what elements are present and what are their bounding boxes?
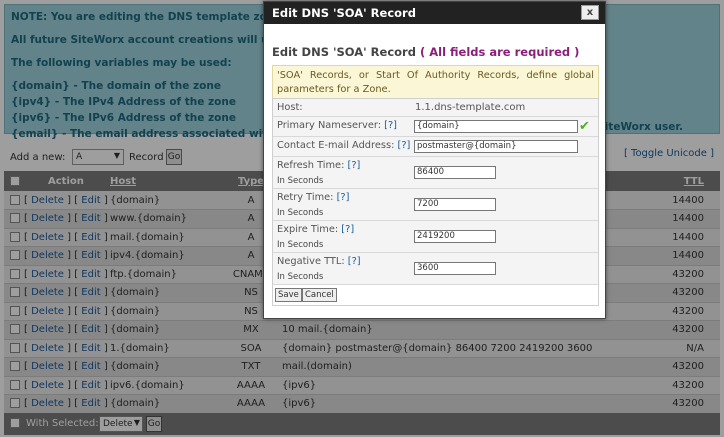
refresh-input[interactable]: 86400 <box>414 166 496 179</box>
primary-ns-label: Primary Nameserver: <box>277 120 382 131</box>
in-seconds-label: In Seconds <box>277 208 324 218</box>
contact-label: Contact E-mail Address: <box>277 140 395 151</box>
refresh-row: Refresh Time: [?] In Seconds 86400 <box>273 157 598 189</box>
host-label: Host: <box>277 102 303 113</box>
cancel-button[interactable]: Cancel <box>302 288 337 302</box>
dialog-heading: Edit DNS 'SOA' Record ( All fields are r… <box>272 45 579 59</box>
in-seconds-label: In Seconds <box>277 176 324 186</box>
soa-description: 'SOA' Records, or Start Of Authority Rec… <box>272 65 599 99</box>
help-link[interactable]: [?] <box>398 140 411 151</box>
in-seconds-label: In Seconds <box>277 240 324 250</box>
help-link[interactable]: [?] <box>348 256 361 267</box>
dialog-title: Edit DNS 'SOA' Record <box>272 6 416 20</box>
expire-label: Expire Time: <box>277 224 339 235</box>
save-button[interactable]: Save <box>275 288 302 302</box>
negative-ttl-label: Negative TTL: <box>277 256 345 267</box>
close-icon[interactable]: x <box>581 5 599 20</box>
refresh-label: Refresh Time: <box>277 160 345 171</box>
soa-form: Host: 1.1.dns-template.com Primary Names… <box>272 98 599 306</box>
valid-check-icon: ✔ <box>579 119 590 134</box>
required-note: ( All fields are required ) <box>419 45 580 59</box>
help-link[interactable]: [?] <box>337 192 350 203</box>
in-seconds-label: In Seconds <box>277 272 324 282</box>
primary-ns-row: Primary Nameserver: [?] {domain} ✔ <box>273 117 598 137</box>
negative-ttl-input[interactable]: 3600 <box>414 262 496 275</box>
host-row: Host: 1.1.dns-template.com <box>273 99 598 117</box>
negative-ttl-row: Negative TTL: [?] In Seconds 3600 <box>273 253 598 285</box>
dialog-titlebar: Edit DNS 'SOA' Record x <box>264 2 605 24</box>
retry-row: Retry Time: [?] In Seconds 7200 <box>273 189 598 221</box>
host-value: 1.1.dns-template.com <box>415 102 526 113</box>
help-link[interactable]: [?] <box>384 120 397 131</box>
expire-input[interactable]: 2419200 <box>414 230 496 243</box>
form-buttons: Save Cancel <box>273 285 598 305</box>
form-heading: Edit DNS 'SOA' Record <box>272 45 416 59</box>
help-link[interactable]: [?] <box>341 224 354 235</box>
expire-row: Expire Time: [?] In Seconds 2419200 <box>273 221 598 253</box>
edit-soa-dialog: Edit DNS 'SOA' Record x Edit DNS 'SOA' R… <box>263 1 606 319</box>
primary-ns-input[interactable]: {domain} <box>414 120 578 133</box>
help-link[interactable]: [?] <box>348 160 361 171</box>
contact-email-input[interactable]: postmaster@{domain} <box>414 140 578 153</box>
retry-input[interactable]: 7200 <box>414 198 496 211</box>
contact-row: Contact E-mail Address: [?] postmaster@{… <box>273 137 598 157</box>
retry-label: Retry Time: <box>277 192 334 203</box>
